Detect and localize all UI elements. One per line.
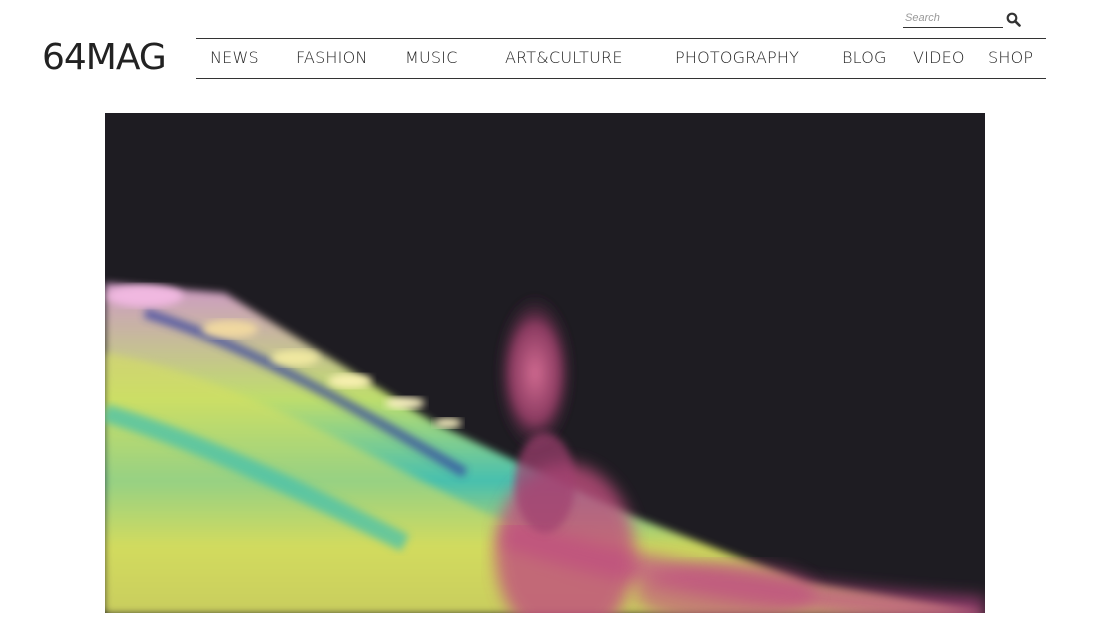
hero-image[interactable]: [105, 113, 985, 613]
hero-artwork: [105, 113, 985, 613]
nav-item-art-culture[interactable]: ART&CULTURE: [505, 48, 623, 67]
site-logo[interactable]: 64MAG: [42, 38, 167, 78]
search-box: [903, 9, 1023, 29]
magnifier-icon[interactable]: [1003, 9, 1023, 29]
main-nav: NEWS FASHION MUSIC ART&CULTURE PHOTOGRAP…: [196, 38, 1046, 79]
nav-item-video[interactable]: VIDEO: [913, 48, 965, 67]
nav-item-news[interactable]: NEWS: [210, 48, 259, 67]
search-input[interactable]: [903, 9, 1003, 28]
nav-item-music[interactable]: MUSIC: [405, 48, 458, 67]
page: 64MAG NEWS FASHION MUSIC ART&CULTURE PHO…: [0, 0, 1114, 636]
nav-item-fashion[interactable]: FASHION: [296, 48, 368, 67]
nav-item-photography[interactable]: PHOTOGRAPHY: [675, 48, 799, 67]
nav-item-blog[interactable]: BLOG: [842, 48, 887, 67]
nav-item-shop[interactable]: SHOP: [988, 48, 1033, 67]
